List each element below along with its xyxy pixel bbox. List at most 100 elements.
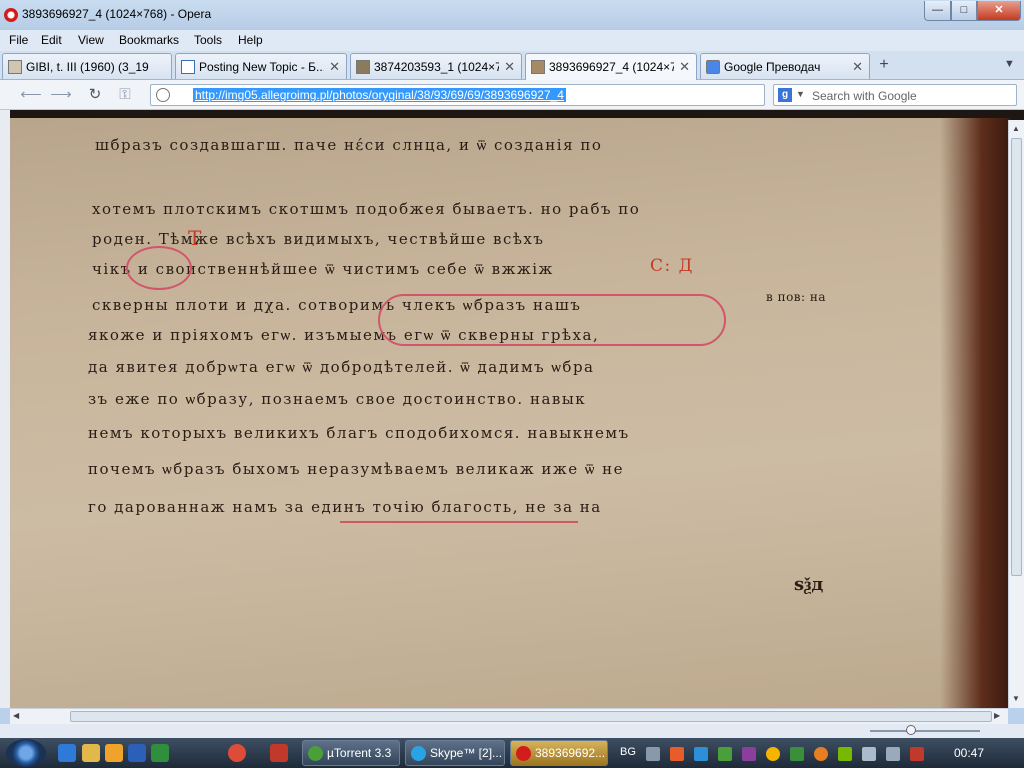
minimize-button[interactable]: —	[924, 1, 951, 21]
text-line: шбразъ создавшагш. паче нέси слнца, и ѿ …	[95, 136, 603, 154]
page-signature-stamp: ѕѯд	[794, 574, 824, 595]
close-tab-icon[interactable]: ✕	[852, 59, 863, 75]
text-line: да явитея добрѡта егѡ ѿ добродѣтелей. ѿ …	[88, 358, 595, 376]
zoom-slider[interactable]	[870, 730, 980, 732]
menu-edit[interactable]: Edit	[41, 33, 62, 47]
ink-underline-annotation	[340, 521, 578, 523]
tab-google-translate[interactable]: Google Преводач ✕	[700, 53, 870, 79]
taskbar-clock[interactable]: 00:47	[954, 746, 984, 760]
close-tab-icon[interactable]: ✕	[504, 59, 515, 75]
tab-gibi[interactable]: GIBI, t. III (1960) (3_190.j...	[2, 53, 172, 79]
excel-icon[interactable]	[151, 744, 169, 762]
site-info-icon[interactable]	[156, 88, 170, 102]
ink-oval-annotation	[378, 294, 726, 346]
zoom-slider-knob[interactable]	[906, 725, 916, 735]
new-tab-button[interactable]: +	[874, 56, 894, 76]
language-indicator[interactable]: BG	[620, 746, 636, 758]
tab-posting-topic[interactable]: Posting New Topic - Б... ✕	[175, 53, 347, 79]
margin-note: в пов: на	[766, 290, 827, 304]
opera-logo-icon	[4, 8, 18, 22]
volume-muted-icon[interactable]	[910, 747, 924, 761]
scroll-down-icon[interactable]: ▼	[1012, 694, 1020, 703]
flash-icon[interactable]	[270, 744, 288, 762]
notification-badge-icon[interactable]	[766, 747, 780, 761]
back-arrow-icon[interactable]: ⟵	[20, 85, 42, 105]
taskbar-skype[interactable]: Skype™ [2]...	[405, 740, 505, 766]
vertical-scrollbar[interactable]: ▲ ▼	[1008, 120, 1024, 708]
speaker-icon[interactable]	[670, 747, 684, 761]
reload-icon[interactable]: ↻	[84, 85, 106, 105]
close-tab-icon[interactable]: ✕	[679, 59, 690, 75]
search-engine-chevron-icon[interactable]: ▼	[796, 89, 805, 99]
title-bar: 3893696927_4 (1024×768) - Opera — □ ✕	[0, 0, 1024, 30]
text-line: немъ которыхъ великихъ благъ сподобихомс…	[88, 424, 630, 442]
text-line: зъ еже по ѡбразу, познаемъ свое достоинс…	[88, 390, 587, 408]
menu-tools[interactable]: Tools	[194, 33, 222, 47]
close-button[interactable]: ✕	[977, 1, 1021, 21]
start-button[interactable]	[6, 739, 46, 767]
menu-file[interactable]: File	[9, 33, 28, 47]
display-icon[interactable]	[886, 747, 900, 761]
taskbar-opera[interactable]: 389369692...	[510, 740, 608, 766]
nvidia-icon[interactable]	[838, 747, 852, 761]
tab-label: Posting New Topic - Б...	[199, 60, 324, 74]
chrome-icon[interactable]	[228, 744, 246, 762]
tab-bar: GIBI, t. III (1960) (3_190.j... Posting …	[0, 51, 1024, 80]
taskbar-label: µTorrent 3.3	[327, 746, 392, 760]
vertical-scroll-thumb[interactable]	[1011, 138, 1022, 576]
text-line: почемъ ѡбразъ быхомъ неразумѣваемъ велик…	[88, 460, 625, 478]
url-text[interactable]: http://img05.allegroimg.pl/photos/orygin…	[193, 88, 566, 102]
onenote-icon[interactable]	[742, 747, 756, 761]
file-explorer-icon[interactable]	[82, 744, 100, 762]
image-icon	[8, 60, 22, 74]
utorrent-icon	[308, 746, 323, 761]
update-icon[interactable]	[814, 747, 828, 761]
tab-image-3874203593[interactable]: 3874203593_1 (1024×768) ✕	[350, 53, 522, 79]
action-center-flag-icon[interactable]	[862, 747, 876, 761]
left-panel-edge	[0, 110, 10, 708]
tab-label: 3893696927_4 (1024×768)	[549, 60, 674, 74]
taskbar-utorrent[interactable]: µTorrent 3.3	[302, 740, 400, 766]
utorrent-tray-icon[interactable]	[718, 747, 732, 761]
tab-image-3893696927[interactable]: 3893696927_4 (1024×768) ✕	[525, 53, 697, 80]
scroll-up-icon[interactable]: ▲	[1012, 124, 1020, 133]
close-tab-icon[interactable]: ✕	[329, 59, 340, 75]
image-icon	[356, 60, 370, 74]
red-initial: С: Д	[650, 256, 694, 276]
search-placeholder[interactable]: Search with Google	[812, 89, 917, 103]
internet-explorer-icon[interactable]	[58, 744, 76, 762]
network-tray-icon[interactable]	[790, 747, 804, 761]
scroll-left-icon[interactable]: ◀	[13, 711, 19, 720]
google-icon[interactable]: g	[778, 88, 792, 102]
red-initial: Т	[188, 226, 203, 250]
tab-label: 3874203593_1 (1024×768)	[374, 60, 499, 74]
tab-label: GIBI, t. III (1960) (3_190.j...	[26, 60, 149, 74]
search-field[interactable]: g ▼ Search with Google	[773, 84, 1017, 106]
media-player-icon[interactable]	[105, 744, 123, 762]
skype-tray-icon[interactable]	[694, 747, 708, 761]
manuscript-photo: шбразъ создавшагш. паче нέси слнца, и ѿ …	[10, 118, 1010, 708]
forum-icon	[181, 60, 195, 74]
menu-bar: File Edit View Bookmarks Tools Help	[0, 30, 1024, 51]
maximize-button[interactable]: □	[951, 1, 977, 21]
menu-help[interactable]: Help	[238, 33, 263, 47]
menu-bookmarks[interactable]: Bookmarks	[119, 33, 179, 47]
horizontal-scrollbar[interactable]: ◀ ▶	[10, 708, 1008, 724]
horizontal-scroll-thumb[interactable]	[70, 711, 992, 722]
scroll-right-icon[interactable]: ▶	[994, 711, 1000, 720]
text-line: хотемъ плотскимъ скотшмъ подобжея бывает…	[92, 200, 641, 218]
word-icon[interactable]	[128, 744, 146, 762]
menu-view[interactable]: View	[78, 33, 104, 47]
skype-icon	[411, 746, 426, 761]
forward-arrow-icon[interactable]: ⟶	[50, 85, 72, 105]
status-bar	[0, 724, 1024, 738]
page-viewport: шбразъ создавшагш. паче нέси слнца, и ѿ …	[0, 110, 1024, 708]
taskbar-label: Skype™ [2]...	[430, 746, 503, 760]
keyboard-icon[interactable]	[646, 747, 660, 761]
navigation-bar: ⟵ ⟶ ↻ ⚿ http://img05.allegroimg.pl/photo…	[0, 80, 1024, 110]
tab-list-chevron-icon[interactable]: ▼	[1004, 58, 1015, 70]
image-icon	[531, 60, 545, 74]
address-field[interactable]: http://img05.allegroimg.pl/photos/orygin…	[150, 84, 765, 106]
text-line: го дарованнаж намъ за единъ точію благос…	[88, 498, 602, 516]
key-icon[interactable]: ⚿	[114, 85, 136, 105]
